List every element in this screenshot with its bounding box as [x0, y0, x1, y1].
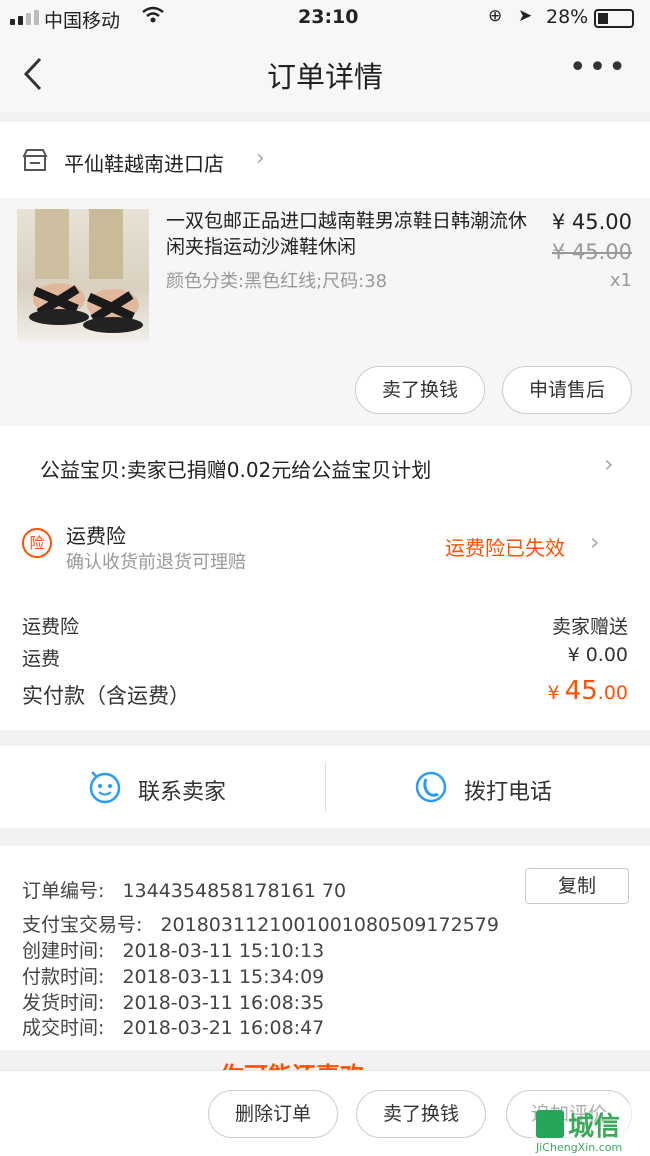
item-title: 一双包邮正品进口越南鞋男凉鞋日韩潮流休闲夹指运动沙滩鞋休闲	[166, 210, 528, 258]
contact-seller-label: 联系卖家	[138, 780, 227, 805]
battery-percent: 28%	[546, 6, 589, 28]
item-row[interactable]: 一双包邮正品进口越南鞋男凉鞋日韩潮流休闲夹指运动沙滩鞋休闲 颜色分类:黑色红线;…	[0, 198, 650, 426]
chat-face-icon	[88, 770, 122, 808]
nav-bar: 订单详情 •••	[0, 36, 650, 112]
copy-button[interactable]: 复制	[525, 868, 629, 904]
contact-seller-button[interactable]: 联系卖家	[0, 746, 325, 828]
completed-time: 2018-03-21 16:08:47	[122, 1017, 325, 1039]
order-item-card: 平仙鞋越南进口店 › 一双包邮正品进口越南鞋男凉鞋日韩潮流休闲夹指运动沙滩鞋休闲…	[0, 122, 650, 426]
total-amount: ¥ 45.00	[547, 676, 629, 706]
alipay-number: 2018031121001001080509172579	[160, 914, 499, 936]
delete-order-button[interactable]: 删除订单	[208, 1090, 338, 1138]
after-sale-button[interactable]: 申请售后	[502, 366, 632, 414]
watermark-logo-icon	[536, 1110, 564, 1138]
rotation-lock-icon: ⊕	[488, 6, 503, 26]
order-number-row: 订单编号: 1344354858178161 70	[22, 876, 346, 903]
item-quantity: x1	[609, 270, 632, 291]
page-title: 订单详情	[266, 60, 383, 94]
shipped-time: 2018-03-11 16:08:35	[122, 992, 325, 1014]
watermark-url: JiChengXin.com	[536, 1141, 623, 1154]
created-time-row: 创建时间: 2018-03-11 15:10:13	[22, 936, 324, 963]
paid-time-row: 付款时间: 2018-03-11 15:34:09	[22, 962, 324, 989]
insurance-status: 运费险已失效	[445, 536, 565, 560]
created-time: 2018-03-11 15:10:13	[122, 940, 325, 962]
insurance-subtitle: 确认收货前退货可理赔	[66, 552, 246, 573]
item-original-price: ¥ 45.00	[551, 240, 632, 264]
insurance-title: 运费险	[66, 524, 126, 548]
location-icon: ➤	[518, 6, 533, 26]
call-phone-label: 拨打电话	[464, 780, 553, 805]
status-bar: 中国移动 23:10 ⊕ ➤ 28%	[0, 0, 650, 36]
alipay-number-row: 支付宝交易号: 2018031121001001080509172579	[22, 910, 499, 937]
shop-icon	[22, 148, 48, 176]
sell-for-cash-bottom-button[interactable]: 卖了换钱	[356, 1090, 486, 1138]
total-label: 实付款（含运费）	[22, 684, 190, 708]
item-price: ¥ 45.00	[551, 210, 632, 234]
shipped-label: 发货时间:	[22, 992, 105, 1014]
chevron-right-icon: ›	[256, 146, 265, 171]
insurance-row[interactable]: 险 运费险 确认收货前退货可理赔 运费险已失效 ›	[0, 510, 650, 580]
completed-label: 成交时间:	[22, 1017, 105, 1039]
phone-icon	[414, 770, 448, 808]
shop-name: 平仙鞋越南进口店	[64, 152, 224, 176]
chevron-right-icon: ›	[604, 450, 614, 478]
chevron-right-icon: ›	[590, 528, 600, 556]
order-number-label: 订单编号:	[22, 880, 105, 902]
watermark-brand: 城信	[568, 1112, 621, 1142]
wifi-icon	[142, 6, 164, 29]
alipay-number-label: 支付宝交易号:	[22, 914, 143, 936]
item-spec: 颜色分类:黑色红线;尺码:38	[166, 271, 388, 292]
clock: 23:10	[298, 6, 359, 28]
battery-icon	[594, 9, 634, 28]
contact-bar: 联系卖家 拨打电话	[0, 746, 650, 828]
recommend-peek: 你可能还喜欢	[0, 1050, 650, 1070]
call-phone-button[interactable]: 拨打电话	[326, 746, 650, 828]
paid-label: 付款时间:	[22, 966, 105, 988]
sell-for-cash-button[interactable]: 卖了换钱	[355, 366, 485, 414]
signal-icon	[10, 10, 39, 25]
charity-row[interactable]: 公益宝贝:卖家已捐赠0.02元给公益宝贝计划 ›	[0, 426, 650, 506]
watermark: 城信 JiChengXin.com	[532, 1104, 650, 1156]
fee-value-insurance: 卖家赠送	[551, 616, 628, 638]
fee-value-shipping: ¥ 0.00	[567, 644, 628, 666]
completed-time-row: 成交时间: 2018-03-21 16:08:47	[22, 1013, 324, 1040]
more-dots-icon[interactable]: •••	[569, 50, 628, 85]
order-number: 1344354858178161 70	[122, 880, 347, 902]
recommend-title: 你可能还喜欢	[220, 1056, 364, 1070]
charity-text: 公益宝贝:卖家已捐赠0.02元给公益宝贝计划	[40, 458, 432, 482]
created-label: 创建时间:	[22, 940, 105, 962]
shipped-time-row: 发货时间: 2018-03-11 16:08:35	[22, 988, 324, 1015]
fee-label-shipping: 运费	[22, 648, 61, 670]
carrier-label: 中国移动	[44, 10, 121, 32]
order-summary: 公益宝贝:卖家已捐赠0.02元给公益宝贝计划 › 险 运费险 确认收货前退货可理…	[0, 426, 650, 730]
fee-label-insurance: 运费险	[22, 616, 80, 638]
paid-time: 2018-03-11 15:34:09	[122, 966, 325, 988]
product-image	[17, 209, 149, 341]
shop-header[interactable]: 平仙鞋越南进口店 ›	[0, 122, 650, 198]
order-info: 复制 订单编号: 1344354858178161 70 支付宝交易号: 201…	[0, 846, 650, 1050]
insurance-icon: 险	[22, 528, 52, 558]
